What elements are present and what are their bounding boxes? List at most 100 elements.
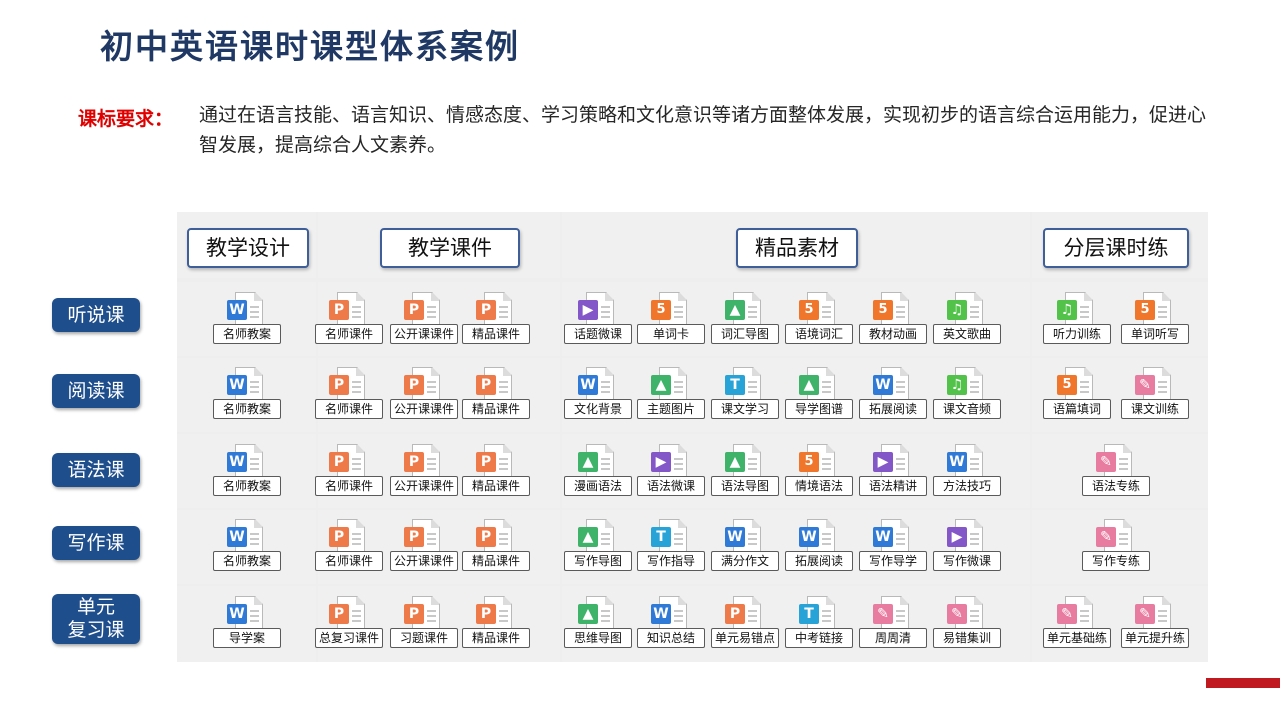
resource-item[interactable]: P 精品课件	[462, 292, 530, 348]
resource-label: 思维导图	[564, 628, 632, 648]
row-label-line: 复习课	[67, 619, 125, 641]
resource-item[interactable]: ✎ 语法专练	[1082, 444, 1150, 500]
resource-item[interactable]: P 公开课课件	[390, 444, 458, 500]
resource-item[interactable]: W 名师教案	[213, 292, 281, 348]
pen-doc-icon: ✎	[1135, 375, 1155, 395]
resource-item[interactable]: W 知识总结	[637, 596, 705, 652]
row-label-4: 单元 复习课	[52, 594, 140, 644]
column-header-design: 教学设计	[187, 228, 309, 268]
resource-item[interactable]: ♫ 课文音频	[933, 367, 1001, 423]
ppt-doc-icon: P	[329, 604, 349, 624]
html5-doc-icon: 5	[799, 300, 819, 320]
resource-label: 写作微课	[933, 551, 1001, 571]
pen-doc-icon: ✎	[947, 604, 967, 624]
resource-item[interactable]: ✎ 写作专练	[1082, 519, 1150, 575]
resource-item[interactable]: ▲ 漫画语法	[564, 444, 632, 500]
resource-item[interactable]: 5 教材动画	[859, 292, 927, 348]
resource-item[interactable]: W 名师教案	[213, 367, 281, 423]
resource-label: 词汇导图	[711, 324, 779, 344]
resource-item[interactable]: ▶ 语法精讲	[859, 444, 927, 500]
resource-label: 语境词汇	[785, 324, 853, 344]
resource-item[interactable]: ✎ 课文训练	[1121, 367, 1189, 423]
pen-doc-icon: ✎	[1057, 604, 1077, 624]
row-label-2: 语法课	[52, 453, 140, 487]
resource-item[interactable]: 5 语篇填词	[1043, 367, 1111, 423]
resource-item[interactable]: P 公开课课件	[390, 519, 458, 575]
resource-item[interactable]: W 名师教案	[213, 519, 281, 575]
resource-item[interactable]: ▶ 写作微课	[933, 519, 1001, 575]
resource-item[interactable]: 5 情境语法	[785, 444, 853, 500]
resource-item[interactable]: ▲ 词汇导图	[711, 292, 779, 348]
resource-item[interactable]: W 方法技巧	[933, 444, 1001, 500]
resource-label: 名师课件	[315, 551, 383, 571]
resource-item[interactable]: P 单元易错点	[711, 596, 779, 652]
resource-item[interactable]: ▶ 话题微课	[564, 292, 632, 348]
resource-item[interactable]: W 文化背景	[564, 367, 632, 423]
resource-item[interactable]: ▲ 写作导图	[564, 519, 632, 575]
resource-item[interactable]: ✎ 单元提升练	[1121, 596, 1189, 652]
resource-item[interactable]: P 精品课件	[462, 596, 530, 652]
row-label-1: 阅读课	[52, 374, 140, 408]
html5-doc-icon: 5	[1135, 300, 1155, 320]
resource-label: 名师教案	[213, 324, 281, 344]
image-doc-icon: ▲	[578, 452, 598, 472]
resource-item[interactable]: ♫ 听力训练	[1043, 292, 1111, 348]
resource-item[interactable]: 5 语境词汇	[785, 292, 853, 348]
resource-item[interactable]: W 名师教案	[213, 444, 281, 500]
resource-item[interactable]: T 课文学习	[711, 367, 779, 423]
resource-item[interactable]: W 拓展阅读	[785, 519, 853, 575]
resource-item[interactable]: P 精品课件	[462, 367, 530, 423]
row-label-3: 写作课	[52, 526, 140, 560]
resource-item[interactable]: P 名师课件	[315, 292, 383, 348]
resource-label: 名师教案	[213, 551, 281, 571]
resource-item[interactable]: ▶ 语法微课	[637, 444, 705, 500]
resource-item[interactable]: ♫ 英文歌曲	[933, 292, 1001, 348]
resource-label: 听力训练	[1043, 324, 1111, 344]
ppt-doc-icon: P	[476, 375, 496, 395]
resource-label: 语法导图	[711, 476, 779, 496]
page-title: 初中英语课时课型体系案例	[100, 27, 520, 66]
resource-item[interactable]: W 拓展阅读	[859, 367, 927, 423]
resource-item[interactable]: 5 单词卡	[637, 292, 705, 348]
resource-label: 精品课件	[462, 324, 530, 344]
resource-label: 公开课课件	[390, 551, 458, 571]
resource-item[interactable]: ▲ 语法导图	[711, 444, 779, 500]
resource-item[interactable]: P 名师课件	[315, 367, 383, 423]
resource-item[interactable]: ▲ 主题图片	[637, 367, 705, 423]
html5-doc-icon: 5	[651, 300, 671, 320]
resource-item[interactable]: T 中考链接	[785, 596, 853, 652]
image-doc-icon: ▲	[799, 375, 819, 395]
resource-item[interactable]: P 精品课件	[462, 519, 530, 575]
resource-item[interactable]: T 写作指导	[637, 519, 705, 575]
resource-item[interactable]: P 总复习课件	[315, 596, 383, 652]
resource-item[interactable]: P 习题课件	[390, 596, 458, 652]
resource-item[interactable]: W 满分作文	[711, 519, 779, 575]
resource-item[interactable]: ✎ 周周清	[859, 596, 927, 652]
html5-doc-icon: 5	[873, 300, 893, 320]
video-doc-icon: ▶	[578, 300, 598, 320]
resource-item[interactable]: ✎ 单元基础练	[1043, 596, 1111, 652]
resource-item[interactable]: ▲ 思维导图	[564, 596, 632, 652]
word-doc-icon: W	[227, 375, 247, 395]
word-doc-icon: W	[799, 527, 819, 547]
resource-item[interactable]: 5 单词听写	[1121, 292, 1189, 348]
resource-item[interactable]: P 公开课课件	[390, 292, 458, 348]
resource-label: 公开课课件	[390, 324, 458, 344]
resource-item[interactable]: ✎ 易错集训	[933, 596, 1001, 652]
ppt-doc-icon: P	[329, 300, 349, 320]
text-doc-icon: T	[725, 375, 745, 395]
resource-item[interactable]: ▲ 导学图谱	[785, 367, 853, 423]
music-doc-icon: ♫	[1057, 300, 1077, 320]
accent-bar	[1206, 678, 1280, 688]
resource-item[interactable]: P 名师课件	[315, 444, 383, 500]
resource-item[interactable]: P 名师课件	[315, 519, 383, 575]
resource-item[interactable]: P 公开课课件	[390, 367, 458, 423]
resource-label: 名师课件	[315, 324, 383, 344]
word-doc-icon: W	[227, 527, 247, 547]
resource-item[interactable]: W 导学案	[213, 596, 281, 652]
resource-item[interactable]: P 精品课件	[462, 444, 530, 500]
resource-label: 精品课件	[462, 399, 530, 419]
resource-item[interactable]: W 写作导学	[859, 519, 927, 575]
ppt-doc-icon: P	[476, 300, 496, 320]
ppt-doc-icon: P	[476, 604, 496, 624]
